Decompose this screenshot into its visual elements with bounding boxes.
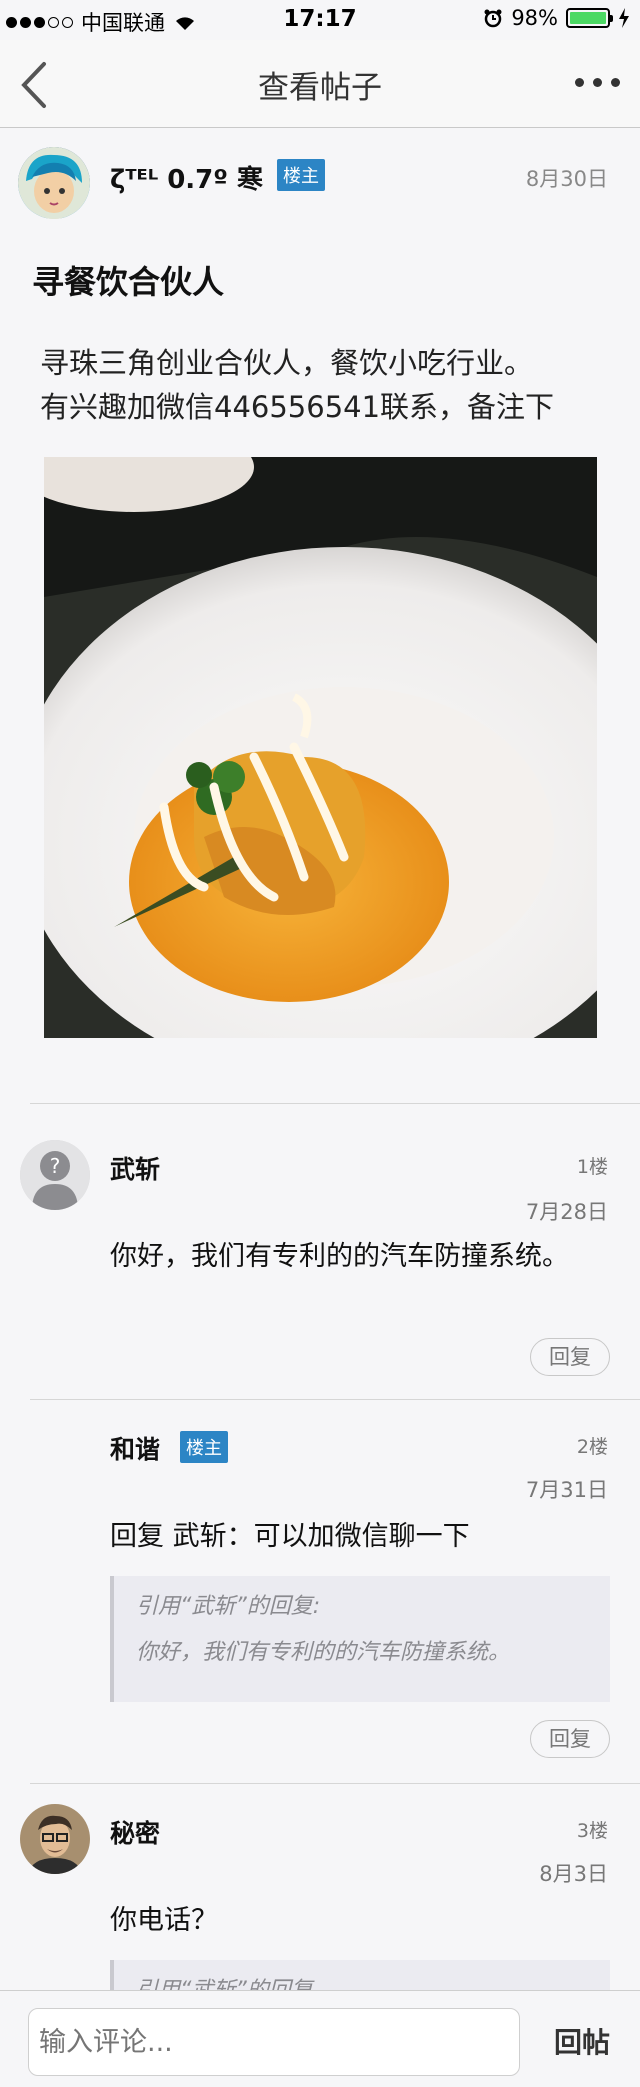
quoted-reply: 引用“武斩”的回复 — [110, 1960, 610, 1990]
floor-number: 3楼 — [576, 1820, 608, 1842]
post-body-line: 寻珠三角创业合伙人，餐饮小吃行业。 — [40, 346, 534, 380]
avatar-image — [20, 1804, 90, 1874]
navigation-bar: 查看帖子 — [0, 40, 640, 128]
comment-date: 7月28日 — [525, 1200, 608, 1224]
quote-title: 引用“武斩”的回复 — [136, 1976, 588, 1990]
post-date: 8月30日 — [525, 167, 608, 191]
battery-percent: 98% — [511, 6, 558, 30]
comment-body: 你好，我们有专利的的汽车防撞系统。 — [110, 1241, 569, 1272]
alarm-icon — [484, 9, 502, 28]
post-image[interactable] — [44, 457, 597, 1038]
svg-text:?: ? — [50, 1154, 61, 1178]
comment-bar: 回帖 — [0, 1990, 640, 2087]
author-avatar[interactable] — [18, 147, 90, 219]
reply-button[interactable]: 回复 — [530, 1338, 610, 1376]
status-bar: 中国联通 17:17 98% — [0, 0, 640, 40]
post-body: 寻珠三角创业合伙人，餐饮小吃行业。 有兴趣加微信446556541联系，备注下 — [40, 341, 610, 429]
avatar-image — [18, 147, 90, 219]
commenter-name[interactable]: 和谐 — [110, 1430, 160, 1466]
floor-number: 2楼 — [576, 1436, 608, 1458]
quoted-reply: 引用“武斩”的回复: 你好，我们有专利的的汽车防撞系统。 — [110, 1576, 610, 1702]
commenter-name[interactable]: 武斩 — [110, 1150, 160, 1186]
more-dots-icon — [575, 78, 584, 87]
submit-reply-button[interactable]: 回帖 — [554, 2021, 610, 2061]
page-title: 查看帖子 — [258, 70, 382, 106]
more-options-button[interactable] — [575, 78, 620, 87]
comment-item: 和谐 楼主 2楼 7月31日 回复 武斩：可以加微信聊一下 引用“武斩”的回复:… — [0, 1400, 640, 1783]
post-title: 寻餐饮合伙人 — [32, 263, 225, 301]
comment-date: 8月3日 — [539, 1862, 608, 1886]
commenter-name[interactable]: 秘密 — [110, 1814, 160, 1850]
commenter-avatar[interactable] — [20, 1804, 90, 1874]
floor-number: 1楼 — [576, 1156, 608, 1178]
reply-button[interactable]: 回复 — [530, 1720, 610, 1758]
comment-item: 秘密 3楼 8月3日 你电话？ 引用“武斩”的回复 — [0, 1784, 640, 1990]
comment-body: 你电话？ — [110, 1905, 218, 1936]
quote-title: 引用“武斩”的回复: — [136, 1594, 321, 1619]
post-body-line: 有兴趣加微信446556541联系，备注下 — [40, 390, 555, 424]
comment-input[interactable] — [28, 2008, 520, 2076]
author-name[interactable]: ζᵀᴱᴸ 0.7º 寒 — [110, 159, 263, 196]
comment-item: ? 武斩 1楼 7月28日 你好，我们有专利的的汽车防撞系统。 回复 — [0, 1104, 640, 1399]
food-photo — [44, 457, 597, 1038]
quote-text: 你好，我们有专利的的汽车防撞系统。 — [136, 1640, 511, 1665]
op-badge: 楼主 — [277, 159, 325, 191]
comment-date: 7月31日 — [525, 1478, 608, 1502]
battery-icon — [566, 8, 613, 28]
commenter-avatar[interactable]: ? — [20, 1140, 90, 1210]
op-badge: 楼主 — [180, 1431, 228, 1463]
charging-icon — [619, 8, 629, 28]
default-avatar-icon: ? — [20, 1140, 90, 1210]
comment-body: 回复 武斩：可以加微信聊一下 — [110, 1521, 470, 1552]
